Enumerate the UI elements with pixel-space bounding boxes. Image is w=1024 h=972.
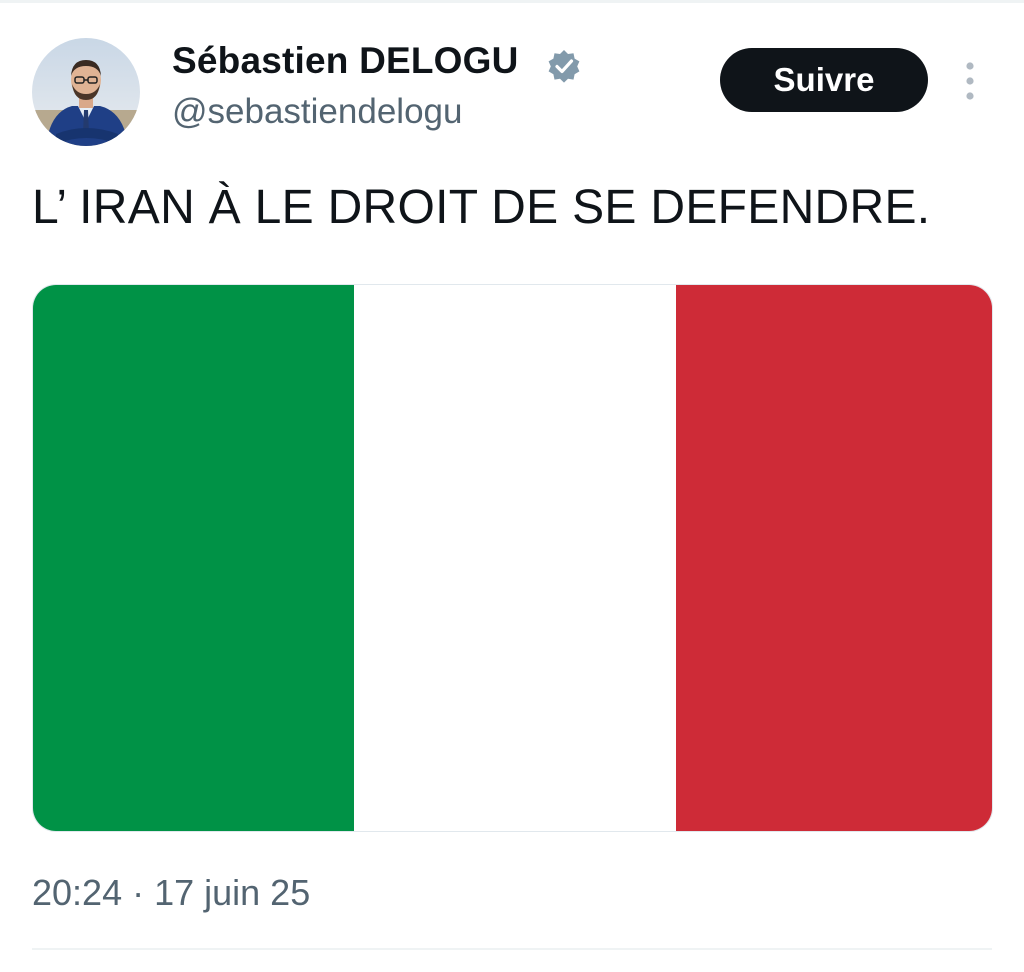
flag-stripe-red	[676, 285, 992, 831]
bottom-divider	[32, 948, 992, 950]
tweet-timestamp[interactable]: 20:24 · 17 juin 25	[32, 872, 310, 914]
top-divider	[0, 0, 1024, 3]
follow-button[interactable]: Suivre	[720, 48, 928, 112]
flag-stripe-white	[354, 285, 676, 831]
author-handle[interactable]: @sebastiendelogu	[172, 92, 462, 132]
avatar[interactable]	[32, 38, 140, 146]
more-vertical-icon[interactable]	[956, 60, 984, 102]
author-name[interactable]: Sébastien DELOGU	[172, 40, 519, 82]
tweet-media-image[interactable]	[32, 284, 993, 832]
tweet-text: L’ IRAN À LE DROIT DE SE DEFENDRE.	[32, 181, 931, 234]
avatar-image	[32, 38, 140, 146]
verified-badge-icon[interactable]	[546, 48, 582, 84]
flag-stripe-green	[33, 285, 354, 831]
